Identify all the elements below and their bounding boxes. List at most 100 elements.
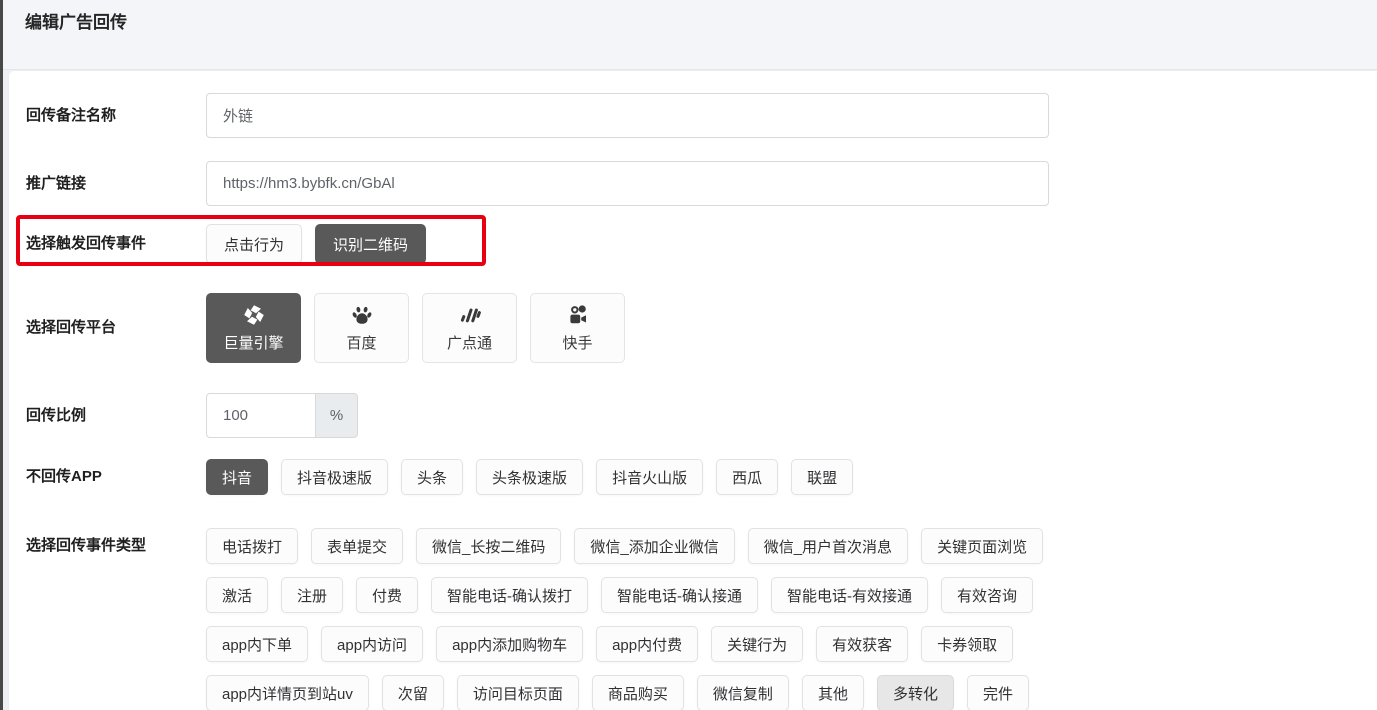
exclude-app-option-label: 抖音极速版 [297,467,372,488]
exclude-app-option-label: 抖音 [222,467,252,488]
percent-addon: % [316,393,358,438]
event-type-option-label: 智能电话-确认拨打 [447,585,572,606]
edit-callback-form-card: 回传备注名称 推广链接 选择触发回传事件 点击行为识别二维码 选择回传平台 巨量… [8,70,1377,710]
form-row-remark: 回传备注名称 [26,93,1377,138]
exclude-app-option[interactable]: 头条极速版 [476,459,583,495]
event-type-option-label: 卡券领取 [937,634,997,655]
event-type-option[interactable]: app内访问 [321,626,423,662]
event-type-option-label: 商品购买 [608,683,668,704]
event-type-option-label: app内访问 [337,634,407,655]
event-type-option[interactable]: 有效咨询 [941,577,1033,613]
event-type-option[interactable]: 注册 [281,577,343,613]
event-type-options-group: 电话拨打 表单提交 微信_长按二维码 微信_添加企业微信 微信_用户首次消息 关键页面浏览… [206,528,1043,710]
event-type-option[interactable]: 微信复制 [697,675,789,710]
event-type-option[interactable]: 表单提交 [311,528,403,564]
event-type-option[interactable]: 关键行为 [711,626,803,662]
platform-option-label: 百度 [346,332,376,353]
event-type-row: 激活 注册 付费 智能电话-确认拨打 智能电话-确认接通 智能电话-有效接通 有效咨询 [206,577,1043,613]
platform-option[interactable]: 巨量引擎 [206,293,301,363]
event-type-option[interactable]: 智能电话-确认接通 [601,577,758,613]
event-type-option[interactable]: 访问目标页面 [457,675,579,710]
event-type-option[interactable]: 激活 [206,577,268,613]
trigger-options-group: 点击行为 识别二维码 [206,224,426,264]
event-type-option[interactable]: 完件 [967,675,1029,710]
platform-option[interactable]: 百度 [314,293,409,363]
exclude-app-option-label: 抖音火山版 [612,467,687,488]
form-row-exclude-apps: 不回传APP 抖音 抖音极速版 头条 头条极速版 抖音火山版 西瓜 联盟 [26,459,1377,495]
exclude-app-option[interactable]: 抖音极速版 [281,459,388,495]
event-type-row: 电话拨打 表单提交 微信_长按二维码 微信_添加企业微信 微信_用户首次消息 关键页面浏览 [206,528,1043,564]
kuaishou-camera-icon [566,303,590,327]
event-type-row: app内详情页到站uv 次留 访问目标页面 商品购买 微信复制 其他多转化完件 [206,675,1043,710]
platform-label: 选择回传平台 [26,318,206,338]
left-edge-strip [0,0,3,710]
event-type-option-label: 关键页面浏览 [937,536,1027,557]
event-type-option-label: 微信_用户首次消息 [764,536,892,557]
trigger-option[interactable]: 点击行为 [206,224,302,264]
page-title: 编辑广告回传 [25,12,1377,34]
event-type-option-label: 微信_长按二维码 [432,536,545,557]
event-type-option-label: app内付费 [612,634,682,655]
event-type-option[interactable]: 电话拨打 [206,528,298,564]
event-type-option[interactable]: 多转化 [877,675,954,710]
form-row-platform: 选择回传平台 巨量引擎 百度 广点通 快手 [26,293,1377,363]
trigger-option[interactable]: 识别二维码 [315,224,426,264]
event-type-option-label: 付费 [372,585,402,606]
event-type-option[interactable]: 智能电话-有效接通 [771,577,928,613]
event-type-option-label: 关键行为 [727,634,787,655]
exclude-app-option[interactable]: 联盟 [791,459,853,495]
event-type-option[interactable]: app内付费 [596,626,698,662]
exclude-apps-label: 不回传APP [26,467,206,487]
form-row-ratio: 回传比例 % [26,393,1377,438]
exclude-app-option[interactable]: 头条 [401,459,463,495]
event-type-option-label: 智能电话-有效接通 [787,585,912,606]
form-row-link: 推广链接 [26,161,1377,206]
event-type-option[interactable]: 付费 [356,577,418,613]
event-type-option[interactable]: 智能电话-确认拨打 [431,577,588,613]
event-type-option-label: 微信复制 [713,683,773,704]
trigger-option-label: 点击行为 [224,234,284,255]
page-header: 编辑广告回传 [0,0,1377,70]
baidu-paw-icon [350,303,374,327]
exclude-app-options-group: 抖音 抖音极速版 头条 头条极速版 抖音火山版 西瓜 联盟 [206,459,853,495]
form-row-event-types: 选择回传事件类型 电话拨打表单提交微信_长按二维码微信_添加企业微信微信_用户首… [26,528,1377,710]
event-type-option-label: 表单提交 [327,536,387,557]
platform-option[interactable]: 快手 [530,293,625,363]
ratio-input[interactable] [206,393,316,438]
link-label: 推广链接 [26,174,206,194]
event-type-option[interactable]: 其他 [802,675,864,710]
exclude-app-option[interactable]: 西瓜 [716,459,778,495]
link-input[interactable] [206,161,1049,206]
platform-options-group: 巨量引擎 百度 广点通 快手 [206,293,625,363]
event-type-option[interactable]: 有效获客 [816,626,908,662]
event-type-option[interactable]: 微信_用户首次消息 [748,528,908,564]
event-type-option[interactable]: 卡券领取 [921,626,1013,662]
event-type-option-label: app内下单 [222,634,292,655]
event-type-option[interactable]: 次留 [382,675,444,710]
ratio-input-group: % [206,393,358,438]
event-type-option[interactable]: app内添加购物车 [436,626,583,662]
exclude-app-option[interactable]: 抖音 [206,459,268,495]
event-type-option-label: 有效获客 [832,634,892,655]
event-type-option[interactable]: 微信_长按二维码 [416,528,561,564]
event-type-row: app内下单 app内访问 app内添加购物车 app内付费 关键行为 有效获客 卡券领取 [206,626,1043,662]
event-type-option-label: 访问目标页面 [473,683,563,704]
event-type-option-label: app内添加购物车 [452,634,567,655]
platform-option-label: 巨量引擎 [223,332,283,353]
exclude-app-option-label: 联盟 [807,467,837,488]
platform-option-label: 快手 [562,332,592,353]
event-type-option[interactable]: app内下单 [206,626,308,662]
event-type-option[interactable]: 商品购买 [592,675,684,710]
platform-option[interactable]: 广点通 [422,293,517,363]
trigger-option-label: 识别二维码 [333,234,408,255]
event-type-option[interactable]: app内详情页到站uv [206,675,369,710]
event-type-option[interactable]: 微信_添加企业微信 [574,528,734,564]
event-type-option-label: app内详情页到站uv [222,683,353,704]
event-type-option-label: 智能电话-确认接通 [617,585,742,606]
exclude-app-option-label: 头条 [417,467,447,488]
remark-input[interactable] [206,93,1049,138]
event-type-option[interactable]: 关键页面浏览 [921,528,1043,564]
exclude-app-option[interactable]: 抖音火山版 [596,459,703,495]
platform-option-label: 广点通 [447,332,492,353]
event-type-option-label: 激活 [222,585,252,606]
